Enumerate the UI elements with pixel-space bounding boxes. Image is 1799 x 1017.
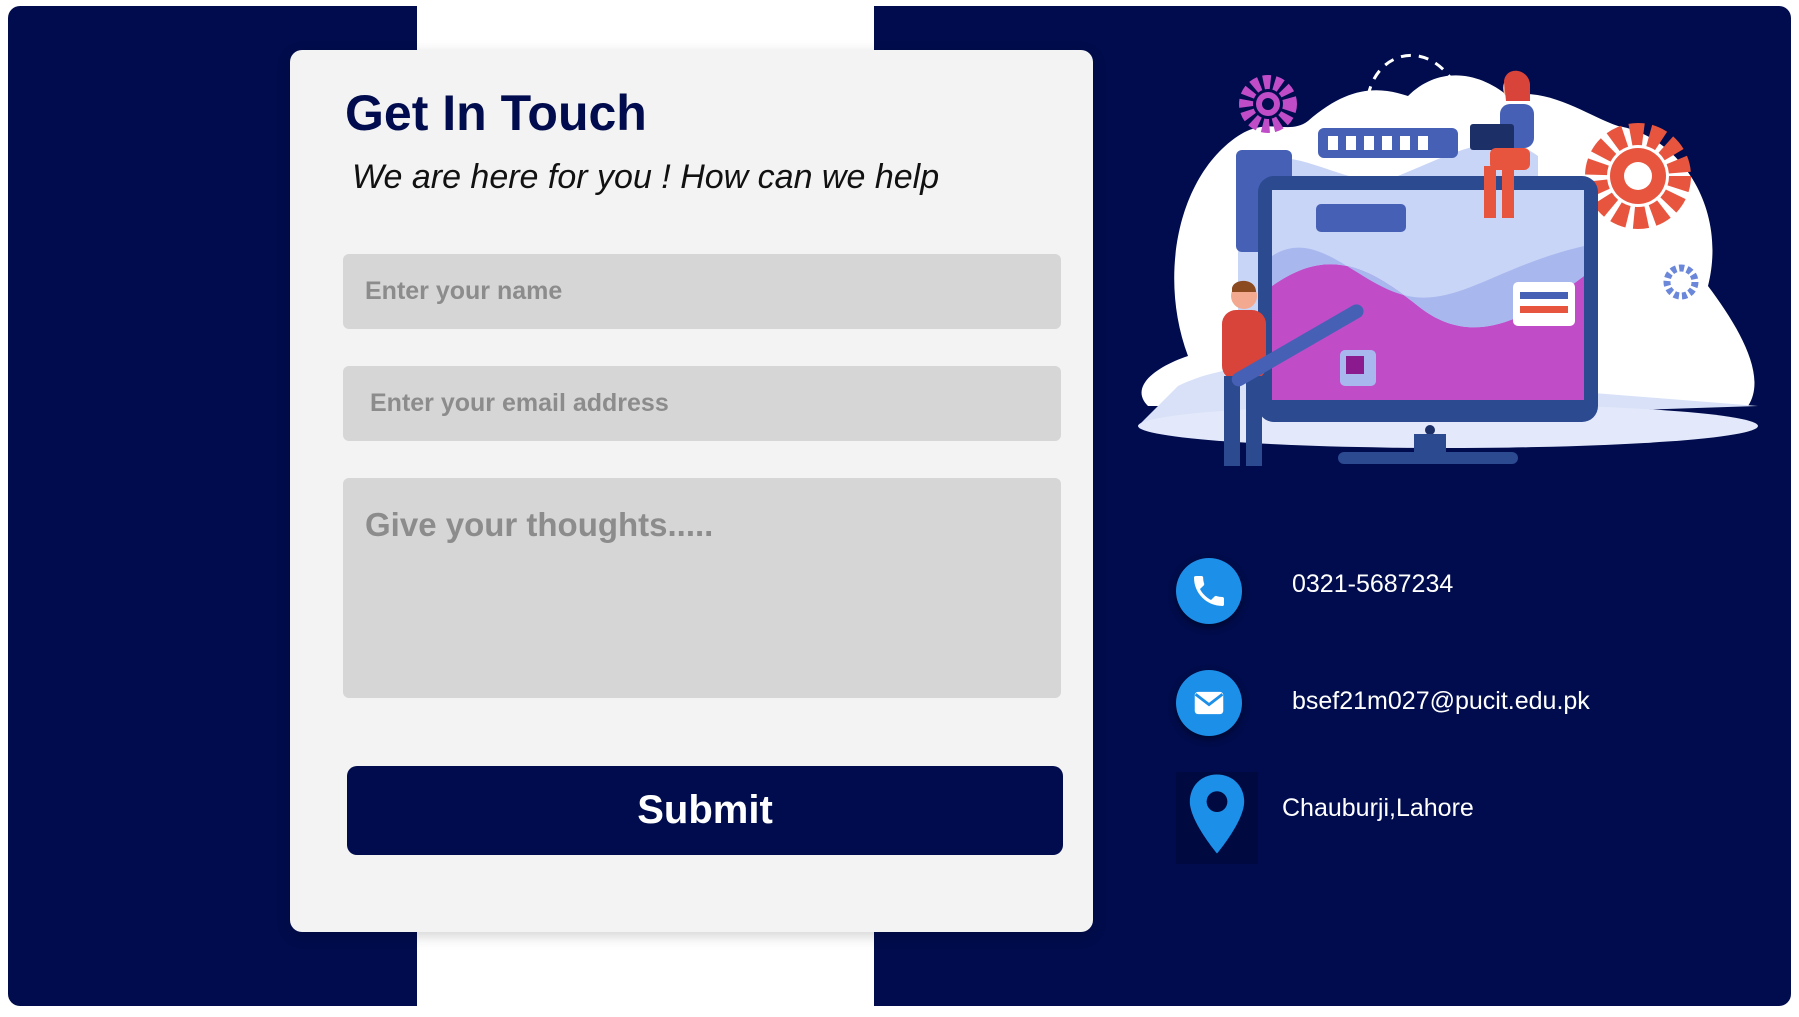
contact-phone-row: 0321-5687234 [1176, 558, 1453, 624]
web-design-illustration [1138, 53, 1758, 466]
thoughts-textarea[interactable] [343, 478, 1061, 698]
envelope-icon [1176, 670, 1242, 736]
gear-icon [1239, 75, 1297, 133]
location-address: Chauburji,Lahore [1282, 793, 1474, 822]
contact-email-row: bsef21m027@pucit.edu.pk [1176, 670, 1590, 736]
page-title: Get In Touch [345, 85, 647, 141]
name-input[interactable] [343, 254, 1061, 329]
phone-icon [1176, 558, 1242, 624]
contact-form-card: Get In Touch We are here for you ! How c… [290, 50, 1093, 932]
page-subtitle: We are here for you ! How can we help [352, 158, 940, 196]
email-input[interactable] [343, 366, 1061, 441]
phone-number[interactable]: 0321-5687234 [1292, 570, 1453, 599]
map-pin-icon [1176, 772, 1258, 864]
submit-button[interactable]: Submit [347, 766, 1063, 855]
contact-location-row: Chauburji,Lahore [1176, 772, 1474, 864]
email-address[interactable]: bsef21m027@pucit.edu.pk [1292, 687, 1590, 716]
page-frame: Get In Touch We are here for you ! How c… [8, 6, 1791, 1006]
